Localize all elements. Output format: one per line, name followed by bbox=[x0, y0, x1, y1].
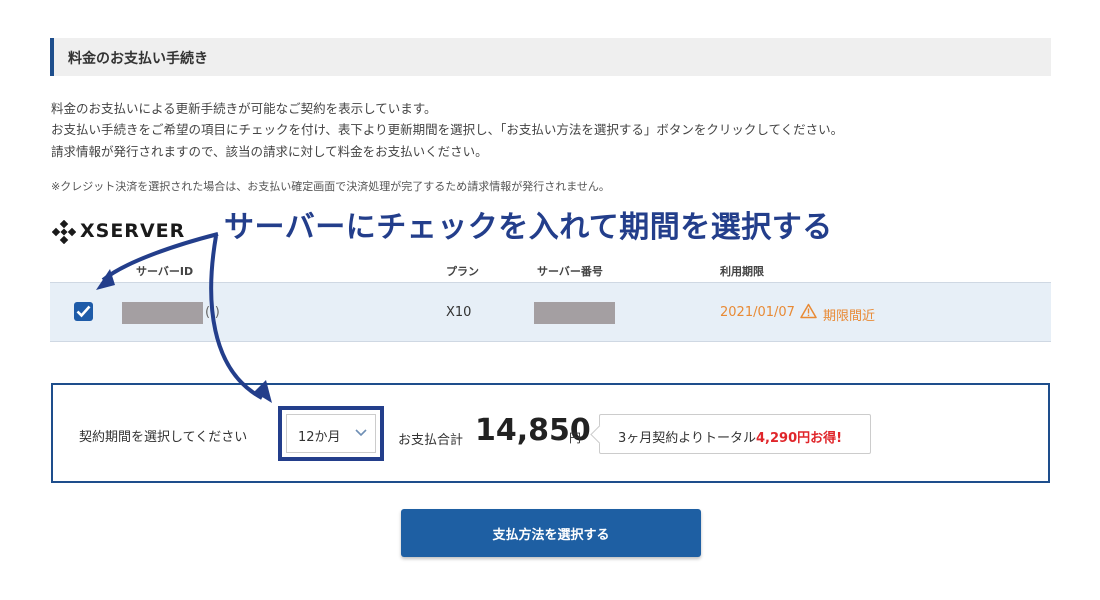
period-select-value: 12か月 bbox=[298, 430, 341, 445]
expiry-date: 2021/01/07 bbox=[720, 305, 795, 320]
plan-value: X10 bbox=[446, 305, 472, 320]
savings-amount: 4,290円お得! bbox=[756, 431, 843, 446]
expiry-status: 期限間近 bbox=[823, 309, 876, 324]
chevron-down-icon bbox=[355, 429, 367, 437]
savings-tooltip-tail bbox=[590, 425, 609, 444]
column-header-expiry: 利用期限 bbox=[720, 265, 764, 278]
period-select-highlight: 12か月 bbox=[278, 406, 384, 461]
period-select[interactable]: 12か月 bbox=[286, 414, 376, 453]
column-header-plan: プラン bbox=[446, 265, 479, 278]
column-header-server-number: サーバー番号 bbox=[537, 265, 603, 278]
period-label: 契約期間を選択してください bbox=[79, 430, 248, 445]
credit-note: ※クレジット決済を選択された場合は、お支払い確定画面で決済処理が完了するため請求… bbox=[51, 180, 610, 193]
total-unit: 円 bbox=[569, 431, 582, 445]
description-line-1: 料金のお支払いによる更新手続きが可能なご契約を表示しています。 bbox=[51, 101, 437, 116]
server-number-redacted bbox=[534, 302, 615, 324]
description-line-3: 請求情報が発行されますので、該当の請求に対して料金をお支払いください。 bbox=[51, 144, 488, 159]
table-row: (-) X10 2021/01/07 期限間近 bbox=[50, 282, 1051, 342]
annotation-callout: サーバーにチェックを入れて期間を選択する bbox=[224, 210, 833, 245]
server-id-redacted bbox=[122, 302, 203, 324]
server-select-checkbox[interactable] bbox=[74, 302, 93, 321]
warning-icon bbox=[800, 303, 817, 319]
select-payment-method-button[interactable]: 支払方法を選択する bbox=[401, 509, 701, 557]
savings-text: 3ヶ月契約よりトータル4,290円お得! bbox=[618, 427, 842, 446]
description-line-2: お支払い手続きをご希望の項目にチェックを付け、表下より更新期間を選択し、「お支払… bbox=[51, 122, 844, 137]
xserver-logo-icon bbox=[52, 220, 76, 244]
period-selection-panel: 契約期間を選択してください 12か月 お支払合計 14,850 円 3ヶ月契約よ… bbox=[51, 383, 1050, 483]
xserver-logo-text: XSERVER bbox=[80, 220, 186, 242]
server-id-suffix: (-) bbox=[205, 305, 220, 320]
checkbox-checked-icon bbox=[76, 305, 91, 318]
section-header: 料金のお支払い手続き bbox=[50, 38, 1051, 76]
savings-tooltip: 3ヶ月契約よりトータル4,290円お得! bbox=[590, 414, 871, 454]
total-label: お支払合計 bbox=[398, 433, 464, 448]
page-title: 料金のお支払い手続き bbox=[68, 51, 208, 67]
savings-prefix: 3ヶ月契約よりトータル bbox=[618, 431, 757, 446]
column-header-server-id: サーバーID bbox=[136, 265, 194, 278]
